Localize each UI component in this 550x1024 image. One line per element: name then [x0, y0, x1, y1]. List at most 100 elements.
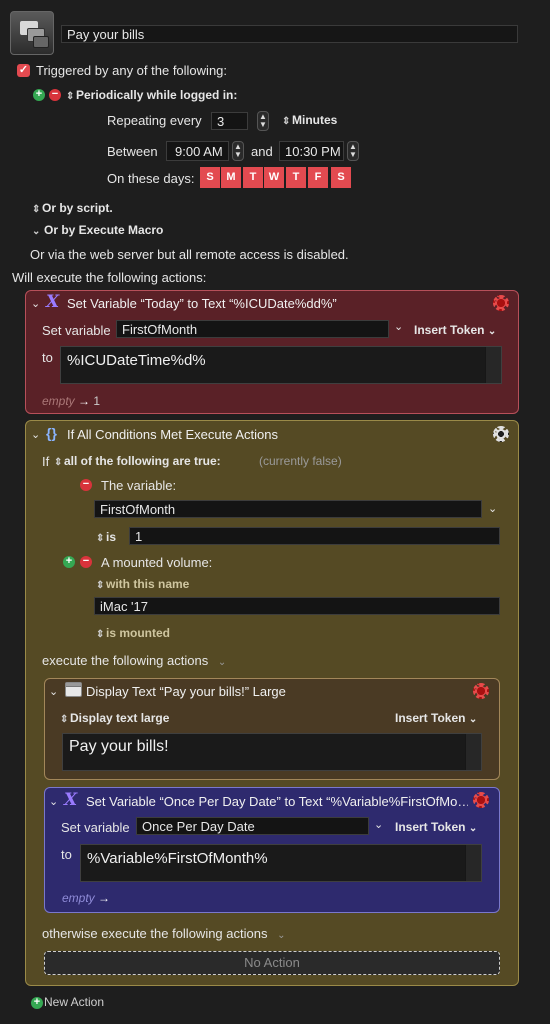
- cond1-value-field[interactable]: 1: [129, 527, 500, 545]
- updown-icon: ⇕: [32, 204, 41, 215]
- action2-title: If All Conditions Met Execute Actions: [67, 427, 278, 442]
- trigger-checkbox[interactable]: ✓: [17, 64, 30, 77]
- cond2-state-select[interactable]: ⇕ is mounted: [96, 626, 170, 640]
- chevron-down-icon: ⌄: [32, 226, 41, 237]
- chevron-down-icon: ⌄: [468, 714, 478, 725]
- display-insert-token[interactable]: Insert Token ⌄: [395, 711, 477, 725]
- window-icon: [65, 682, 82, 697]
- setvar2-set-label: Set variable: [61, 820, 130, 835]
- display-text-textarea[interactable]: Pay your bills!: [62, 733, 482, 771]
- end-time-stepper[interactable]: ▲ ▼: [347, 141, 359, 161]
- collapse-chevron-icon[interactable]: ⌄: [49, 685, 58, 698]
- updown-icon: ⇕: [66, 91, 75, 102]
- updown-icon: ⇕: [282, 116, 291, 127]
- chevron-down-icon: ⌄: [487, 326, 497, 337]
- setvar2-textarea-scrollbar[interactable]: [465, 845, 481, 881]
- cond1-label: The variable:: [101, 478, 177, 493]
- setvar2-var-menu-icon[interactable]: ⌄: [374, 818, 383, 831]
- action1-title: Set Variable “Today” to Text “%ICUDate%d…: [67, 296, 337, 311]
- action1-value-textarea[interactable]: %ICUDateTime%d%: [60, 346, 502, 384]
- day-saturday[interactable]: S: [331, 167, 351, 188]
- day-wednesday[interactable]: W: [264, 167, 284, 188]
- chevron-down-icon[interactable]: ⌄: [218, 657, 226, 668]
- no-action-placeholder[interactable]: No Action: [44, 951, 500, 975]
- setvar2-variable-field[interactable]: Once Per Day Date: [136, 817, 369, 835]
- setvar2-title: Set Variable “Once Per Day Date” to Text…: [86, 794, 468, 809]
- day-monday[interactable]: M: [221, 167, 241, 188]
- chevron-down-icon[interactable]: ⌄: [277, 930, 285, 941]
- action1-footer: empty → 1: [42, 394, 101, 408]
- display-gear-icon[interactable]: [473, 683, 489, 699]
- setvar2-insert-token[interactable]: Insert Token ⌄: [395, 820, 477, 834]
- variable-x-icon: X: [64, 790, 78, 810]
- remove-condition-icon[interactable]: −: [80, 479, 92, 491]
- actions-header: Will execute the following actions:: [12, 270, 207, 285]
- if-label: If: [42, 454, 50, 469]
- setvar2-footer: empty →: [62, 891, 111, 905]
- updown-icon: ⇕: [96, 533, 105, 544]
- execute-label: execute the following actions ⌄: [42, 653, 227, 668]
- new-action-button[interactable]: New Action: [44, 995, 104, 1009]
- action1-gear-icon[interactable]: [493, 295, 509, 311]
- repeat-interval-field[interactable]: 3: [211, 112, 248, 130]
- condition-state: (currently false): [259, 454, 342, 468]
- arrow-right-icon: →: [78, 394, 91, 408]
- collapse-chevron-icon[interactable]: ⌄: [31, 428, 40, 441]
- action1-set-label: Set variable: [42, 323, 111, 338]
- periodic-trigger-title[interactable]: ⇕ Periodically while logged in:: [66, 88, 237, 102]
- display-textarea-scrollbar[interactable]: [465, 734, 481, 770]
- and-label: and: [251, 144, 273, 159]
- day-thursday[interactable]: T: [286, 167, 306, 188]
- cond1-operator-select[interactable]: ⇕ is: [96, 530, 116, 544]
- otherwise-label: otherwise execute the following actions …: [42, 926, 286, 941]
- updown-icon: ⇕: [96, 629, 105, 640]
- start-time-stepper[interactable]: ▲ ▼: [232, 141, 244, 161]
- chevron-down-icon: ⌄: [468, 823, 478, 834]
- macro-icon: [10, 11, 54, 55]
- condition-mode-select[interactable]: ⇕ all of the following are true:: [54, 454, 221, 468]
- remove-condition-icon[interactable]: −: [80, 556, 92, 568]
- day-friday[interactable]: F: [308, 167, 328, 188]
- setvar2-to-label: to: [61, 847, 72, 862]
- updown-icon: ⇕: [60, 714, 69, 725]
- action1-insert-token[interactable]: Insert Token ⌄: [414, 323, 496, 337]
- arrow-right-icon: →: [98, 891, 111, 905]
- action1-var-menu-icon[interactable]: ⌄: [394, 320, 403, 333]
- between-label: Between: [107, 144, 158, 159]
- day-sunday[interactable]: S: [200, 167, 220, 188]
- unit-select[interactable]: ⇕ Minutes: [282, 113, 337, 127]
- action1-variable-field[interactable]: FirstOfMonth: [116, 320, 389, 338]
- add-trigger-icon[interactable]: +: [33, 89, 45, 101]
- remove-trigger-icon[interactable]: −: [49, 89, 61, 101]
- cond2-label: A mounted volume:: [101, 555, 213, 570]
- action1-to-label: to: [42, 350, 53, 365]
- add-condition-icon[interactable]: +: [63, 556, 75, 568]
- day-tuesday[interactable]: T: [243, 167, 263, 188]
- braces-icon: {}: [46, 425, 57, 441]
- cond2-volume-field[interactable]: iMac '17: [94, 597, 500, 615]
- cond2-mode-select[interactable]: ⇕ with this name: [96, 577, 189, 591]
- web-server-note: Or via the web server but all remote acc…: [30, 247, 349, 262]
- or-by-execute-macro[interactable]: ⌄ Or by Execute Macro: [32, 223, 163, 237]
- cond1-var-menu-icon[interactable]: ⌄: [488, 502, 497, 515]
- start-time-field[interactable]: 9:00 AM: [166, 141, 229, 161]
- or-by-script[interactable]: ⇕ Or by script.: [32, 201, 113, 215]
- macro-name-field[interactable]: Pay your bills: [61, 25, 518, 43]
- setvar2-value-textarea[interactable]: %Variable%FirstOfMonth%: [80, 844, 482, 882]
- display-mode-select[interactable]: ⇕ Display text large: [60, 711, 169, 725]
- action2-gear-icon[interactable]: [493, 426, 509, 442]
- setvar2-gear-icon[interactable]: [473, 792, 489, 808]
- collapse-chevron-icon[interactable]: ⌄: [49, 795, 58, 808]
- display-title: Display Text “Pay your bills!” Large: [86, 684, 286, 699]
- variable-x-icon: X: [46, 292, 60, 312]
- updown-icon: ⇕: [54, 457, 63, 468]
- updown-icon: ⇕: [96, 580, 105, 591]
- end-time-field[interactable]: 10:30 PM: [279, 141, 344, 161]
- new-action-icon[interactable]: +: [31, 997, 43, 1009]
- collapse-chevron-icon[interactable]: ⌄: [31, 297, 40, 310]
- repeat-label: Repeating every: [107, 113, 202, 128]
- repeat-stepper[interactable]: ▲ ▼: [257, 111, 269, 131]
- trigger-header: Triggered by any of the following:: [36, 63, 228, 78]
- cond1-variable-field[interactable]: FirstOfMonth: [94, 500, 482, 518]
- action1-textarea-scrollbar[interactable]: [485, 347, 501, 383]
